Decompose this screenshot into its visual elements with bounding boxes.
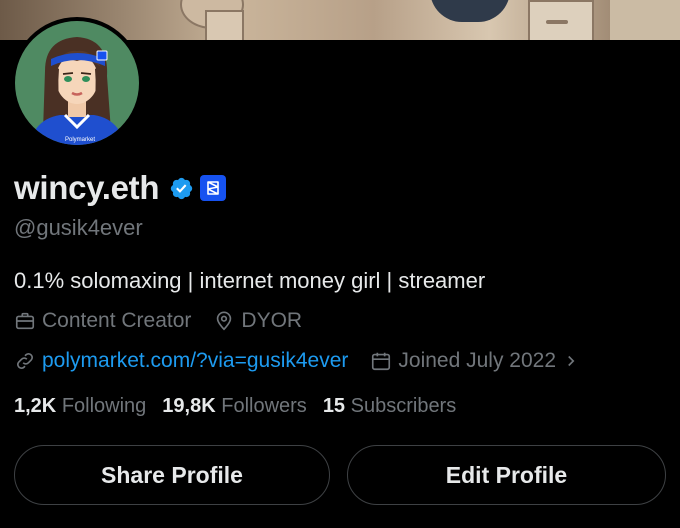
location-pin-icon xyxy=(217,311,232,331)
share-profile-button[interactable]: Share Profile xyxy=(14,445,330,505)
svg-text:Polymarket: Polymarket xyxy=(65,137,95,143)
followers-label: Followers xyxy=(221,395,307,417)
briefcase-icon xyxy=(15,312,35,330)
website-item[interactable]: polymarket.com/?via=gusik4ever xyxy=(14,349,348,373)
following-count: 1,2K xyxy=(14,395,62,417)
subscribers-count: 15 xyxy=(322,395,351,417)
location-label: DYOR xyxy=(241,309,303,332)
calendar-icon xyxy=(372,352,391,371)
following-stat[interactable]: 1,2K Following xyxy=(14,395,146,418)
joined-item[interactable]: Joined July 2022 xyxy=(370,349,586,373)
banner-cabinet xyxy=(610,0,680,40)
location-item: DYOR xyxy=(213,309,302,333)
profile-avatar[interactable]: Polymarket xyxy=(11,17,143,149)
joined-label: Joined July 2022 xyxy=(398,349,557,372)
category-item: Content Creator xyxy=(14,309,191,333)
polymarket-affiliate-icon[interactable] xyxy=(200,175,227,201)
banner-drawer xyxy=(528,0,594,40)
subscribers-label: Subscribers xyxy=(350,395,457,417)
edit-profile-button[interactable]: Edit Profile xyxy=(347,445,666,505)
verified-badge-icon[interactable] xyxy=(169,176,194,201)
profile-meta-row-1: Content Creator DYOR xyxy=(14,309,324,333)
category-label: Content Creator xyxy=(42,309,192,332)
followers-count: 19,8K xyxy=(162,395,222,417)
website-link[interactable]: polymarket.com/?via=gusik4ever xyxy=(42,349,348,373)
banner-chair xyxy=(430,0,510,22)
profile-name-row: wincy.eth xyxy=(14,168,227,208)
banner-box xyxy=(205,10,244,40)
profile-handle: @gusik4ever xyxy=(14,215,143,240)
profile-meta-row-2: polymarket.com/?via=gusik4ever Joined Ju… xyxy=(14,349,608,373)
following-label: Following xyxy=(61,395,147,417)
display-name: wincy.eth xyxy=(14,169,160,206)
subscribers-stat[interactable]: 15 Subscribers xyxy=(323,395,456,418)
profile-bio: 0.1% solomaxing | internet money girl | … xyxy=(14,268,486,293)
followers-stat[interactable]: 19,8K Followers xyxy=(162,395,307,418)
link-icon xyxy=(17,353,33,369)
profile-stats: 1,2K Following 19,8K Followers 15 Subscr… xyxy=(14,395,472,418)
chevron-right-icon xyxy=(568,355,575,367)
